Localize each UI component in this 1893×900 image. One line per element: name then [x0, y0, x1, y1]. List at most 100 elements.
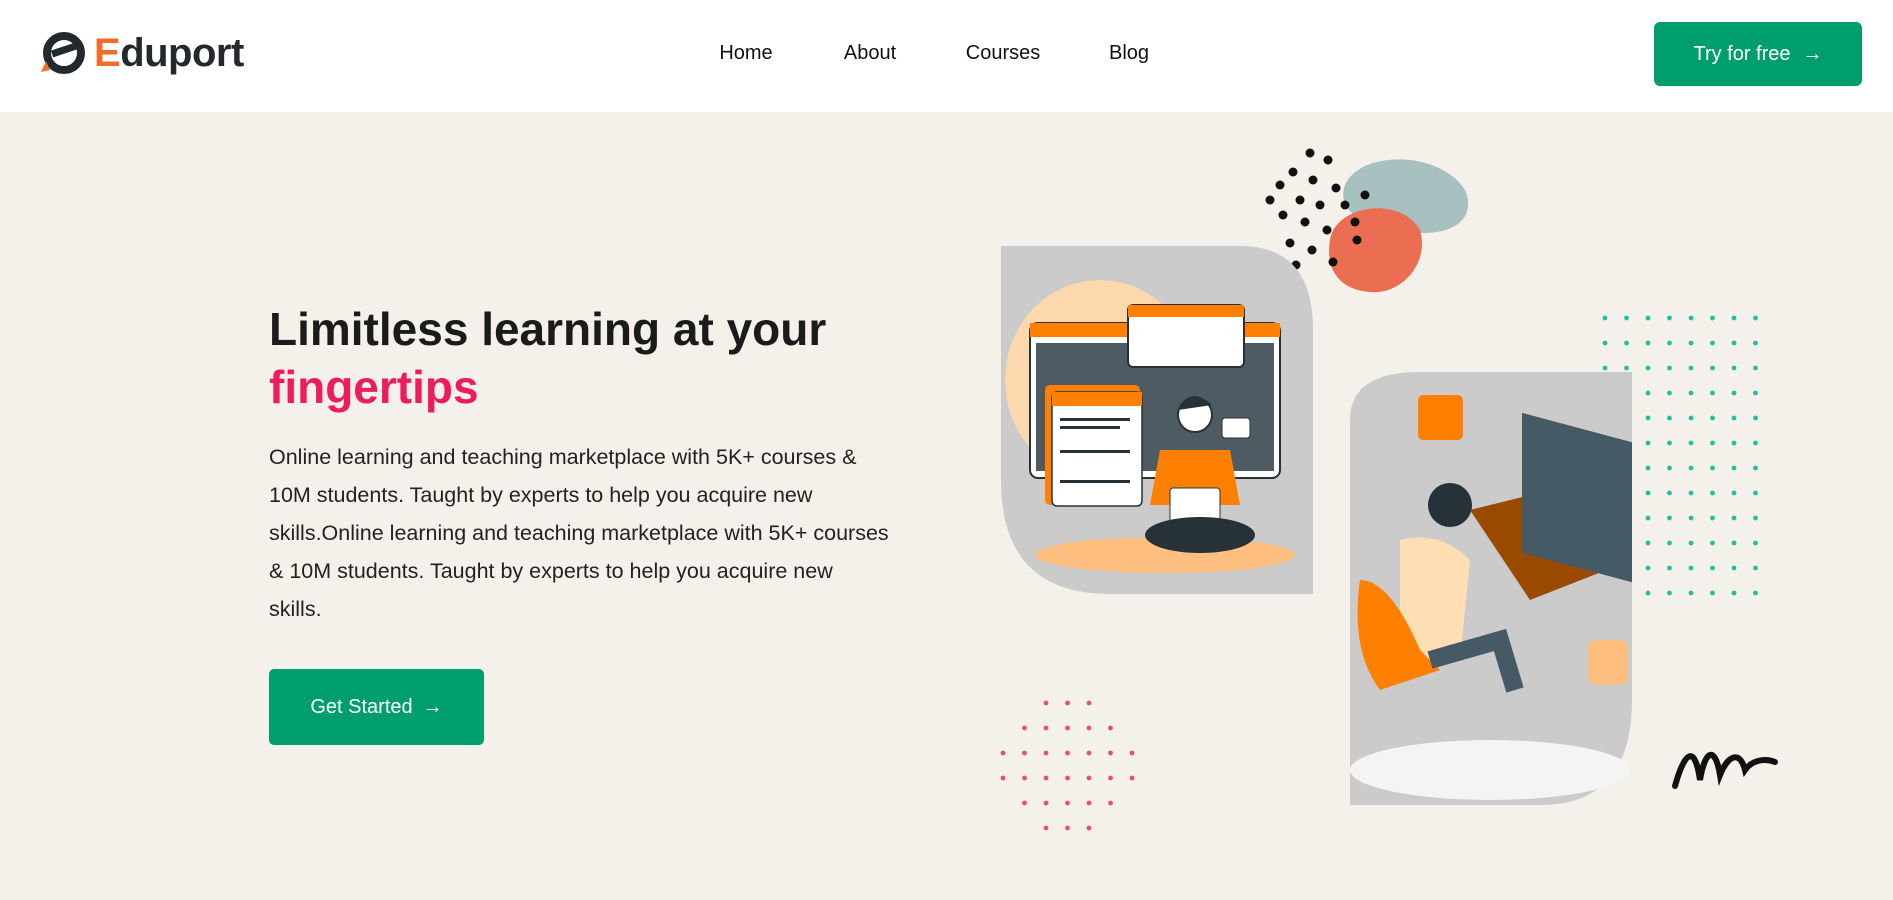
teal-dot: [1667, 540, 1672, 546]
teal-dot: [1667, 565, 1672, 571]
teal-dot: [1688, 590, 1694, 596]
black-dot: [1315, 200, 1325, 210]
teal-dot: [1602, 365, 1608, 371]
teal-dot: [1645, 440, 1651, 446]
black-dot: [1278, 210, 1288, 220]
teal-dot: [1731, 465, 1737, 471]
teal-dot: [1710, 415, 1715, 421]
teal-dot: [1753, 465, 1758, 471]
illustration-developer: [1350, 372, 1632, 805]
red-dot: [1086, 700, 1092, 706]
black-dot: [1308, 175, 1318, 185]
teal-dot: [1753, 390, 1758, 396]
teal-dot: [1624, 315, 1629, 321]
teal-dot: [1645, 340, 1651, 346]
red-dot: [1065, 725, 1070, 731]
teal-dot: [1688, 515, 1694, 521]
teal-dot: [1753, 540, 1758, 546]
teal-dot: [1645, 515, 1651, 521]
black-dot: [1265, 195, 1275, 205]
red-dot: [1022, 775, 1027, 781]
black-dot: [1360, 190, 1370, 200]
teal-dot: [1688, 365, 1694, 371]
red-dot: [1000, 775, 1006, 781]
teal-dot: [1645, 365, 1651, 371]
black-dot: [1285, 238, 1295, 248]
teal-dot: [1753, 365, 1758, 371]
teal-dot: [1645, 490, 1651, 496]
teal-dot: [1710, 390, 1715, 396]
red-dot: [1043, 700, 1049, 706]
teal-dot: [1731, 340, 1737, 346]
teal-dot: [1710, 440, 1715, 446]
teal-dot: [1710, 565, 1715, 571]
teal-dot: [1645, 465, 1651, 471]
teal-dot: [1688, 440, 1694, 446]
teal-dot: [1753, 315, 1758, 321]
illustration-teacher: [1001, 246, 1313, 594]
red-dot: [1065, 825, 1070, 831]
teal-dot: [1667, 315, 1672, 321]
teal-dot: [1645, 315, 1651, 321]
teal-dot: [1667, 390, 1672, 396]
red-dot: [1129, 775, 1135, 781]
teal-dot: [1731, 415, 1737, 421]
teal-dot: [1731, 540, 1737, 546]
teal-dot: [1645, 565, 1651, 571]
teal-dot: [1753, 515, 1758, 521]
red-dot: [1086, 750, 1092, 756]
teal-dot: [1688, 390, 1694, 396]
black-dot: [1305, 148, 1315, 158]
red-dot: [1086, 800, 1092, 806]
teal-dot: [1710, 315, 1715, 321]
teal-dot: [1602, 340, 1608, 346]
teal-dot: [1731, 390, 1737, 396]
red-dot: [1065, 700, 1070, 706]
teal-dot: [1688, 315, 1694, 321]
red-dot: [1108, 775, 1113, 781]
black-dot: [1295, 195, 1305, 205]
red-dot: [1000, 750, 1006, 756]
teal-dot: [1710, 365, 1715, 371]
teal-dot: [1753, 590, 1758, 596]
red-dot: [1108, 750, 1113, 756]
teal-dot: [1731, 315, 1737, 321]
teal-dot: [1731, 590, 1737, 596]
black-dot: [1300, 217, 1310, 227]
teal-dot: [1710, 590, 1715, 596]
black-dot: [1350, 217, 1360, 227]
teal-dot: [1710, 540, 1715, 546]
red-dot: [1022, 725, 1027, 731]
red-dot: [1129, 750, 1135, 756]
red-dot: [1065, 800, 1070, 806]
teal-dot: [1710, 465, 1715, 471]
teal-dot: [1667, 465, 1672, 471]
teal-dot: [1688, 340, 1694, 346]
teal-dot: [1645, 590, 1651, 596]
red-dot: [1043, 800, 1049, 806]
black-dot: [1322, 225, 1332, 235]
teal-dot: [1667, 365, 1672, 371]
red-dot: [1108, 725, 1113, 731]
teal-dot: [1667, 440, 1672, 446]
teal-dot: [1688, 415, 1694, 421]
teal-dot: [1710, 340, 1715, 346]
teal-dot: [1753, 565, 1758, 571]
black-dot: [1328, 257, 1338, 267]
teal-dot: [1731, 515, 1737, 521]
teal-dot: [1688, 465, 1694, 471]
teal-dot: [1667, 490, 1672, 496]
teal-dot: [1667, 590, 1672, 596]
teal-dot: [1688, 565, 1694, 571]
teal-dot: [1667, 415, 1672, 421]
teal-dot: [1645, 415, 1651, 421]
red-dot: [1043, 750, 1049, 756]
hero-illustration: [1000, 148, 1778, 831]
teal-dot: [1645, 540, 1651, 546]
red-dot: [1022, 800, 1027, 806]
teal-dot: [1688, 490, 1694, 496]
black-dot: [1340, 200, 1350, 210]
red-dot: [1086, 825, 1092, 831]
teal-dot: [1753, 440, 1758, 446]
red-dot: [1086, 725, 1092, 731]
